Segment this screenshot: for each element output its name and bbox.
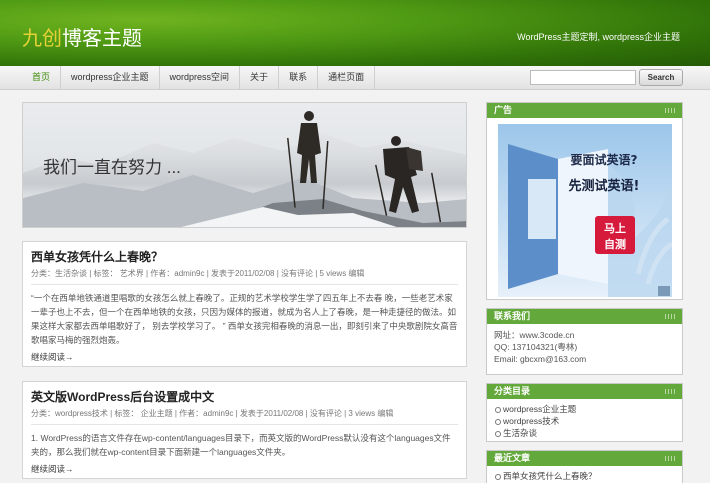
logo-text: 博客主题	[62, 26, 142, 50]
nav-item-about[interactable]: 关于	[240, 66, 280, 90]
nav-item-hosting[interactable]: wordpress空间	[160, 66, 241, 90]
ad-badge-line-2: 自测	[604, 237, 626, 251]
read-more-link[interactable]: 继续阅读→	[31, 463, 458, 475]
category-item[interactable]: wordpress企业主题	[495, 403, 674, 415]
post-title[interactable]: 西单女孩凭什么上春晚？	[31, 248, 458, 265]
recent-posts-widget: 最近文章 西单女孩凭什么上春晚？	[486, 450, 683, 483]
logo-brand: 九创	[22, 26, 62, 50]
nav-item-home[interactable]: 首页	[22, 66, 62, 90]
english-test-ad-banner[interactable]: 要面试英语? 先测试英语! 马上 自测	[498, 124, 672, 297]
banner-slogan: 我们一直在努力 ...	[43, 158, 181, 177]
widget-title: 联系我们	[487, 309, 682, 324]
search-input[interactable]	[530, 70, 636, 85]
nav-item-fullwidth[interactable]: 通栏页面	[318, 66, 376, 90]
site-header: 九创博客主题 WordPress主题定制, wordpress企业主题	[0, 0, 710, 66]
contact-widget: 联系我们 网址：www.3code.cn QQ: 137104321(粤林) E…	[486, 308, 683, 375]
category-item[interactable]: 生活杂谈	[495, 427, 674, 439]
ad-line-1: 要面试英语?	[571, 152, 638, 167]
contact-qq: QQ: 137104321(粤林)	[494, 342, 578, 352]
nav-item-contact[interactable]: 联系	[279, 66, 319, 90]
site-logo[interactable]: 九创博客主题	[22, 22, 142, 51]
widget-title: 广告	[487, 103, 682, 118]
contact-email: Email: gbcxm@163.com	[494, 354, 587, 364]
post-excerpt: “一个在西单地铁通道里唱歌的女孩怎么就上春晚了。正规的艺术学校学生学了四五年上不…	[31, 293, 458, 345]
ad-widget: 广告 要面试英语? 先测试英语! 马上 自测	[486, 102, 683, 300]
post-meta: 分类：wordpress技术 | 标签： 企业主题 | 作者：admin9c |…	[31, 408, 458, 425]
ad-graphic: 要面试英语? 先测试英语! 马上 自测	[498, 124, 672, 297]
category-item[interactable]: wordpress技术	[495, 415, 674, 427]
post-excerpt: 1. WordPress的语言文件存在wp-content/languages目…	[31, 433, 451, 457]
category-list: wordpress企业主题 wordpress技术 生活杂谈	[487, 399, 682, 443]
categories-widget: 分类目录 wordpress企业主题 wordpress技术 生活杂谈	[486, 383, 683, 442]
site-tagline: WordPress主题定制, wordpress企业主题	[517, 32, 680, 42]
recent-post-list: 西单女孩凭什么上春晚？	[487, 466, 682, 483]
search-button[interactable]: Search	[639, 69, 683, 86]
post-card: 英文版WordPress后台设置成中文 分类：wordpress技术 | 标签：…	[22, 381, 467, 479]
ad-line-2: 先测试英语!	[569, 178, 640, 194]
widget-title: 分类目录	[487, 384, 682, 399]
widget-title: 最近文章	[487, 451, 682, 466]
contact-info: 网址：www.3code.cn QQ: 137104321(粤林) Email:…	[487, 324, 682, 370]
recent-post-item[interactable]: 西单女孩凭什么上春晚？	[495, 470, 674, 482]
read-more-link[interactable]: 继续阅读→	[31, 351, 458, 363]
ad-badge-line-1: 马上	[604, 221, 626, 235]
hero-banner: 我们一直在努力 ...	[22, 102, 467, 228]
post-title[interactable]: 英文版WordPress后台设置成中文	[31, 388, 458, 405]
post-card: 西单女孩凭什么上春晚？ 分类：生活杂谈 | 标签： 艺术界 | 作者：admin…	[22, 241, 467, 367]
contact-website: 网址：www.3code.cn	[494, 330, 575, 340]
post-meta: 分类：生活杂谈 | 标签： 艺术界 | 作者：admin9c | 发表于2011…	[31, 268, 458, 285]
nav-item-enterprise-theme[interactable]: wordpress企业主题	[61, 66, 160, 90]
